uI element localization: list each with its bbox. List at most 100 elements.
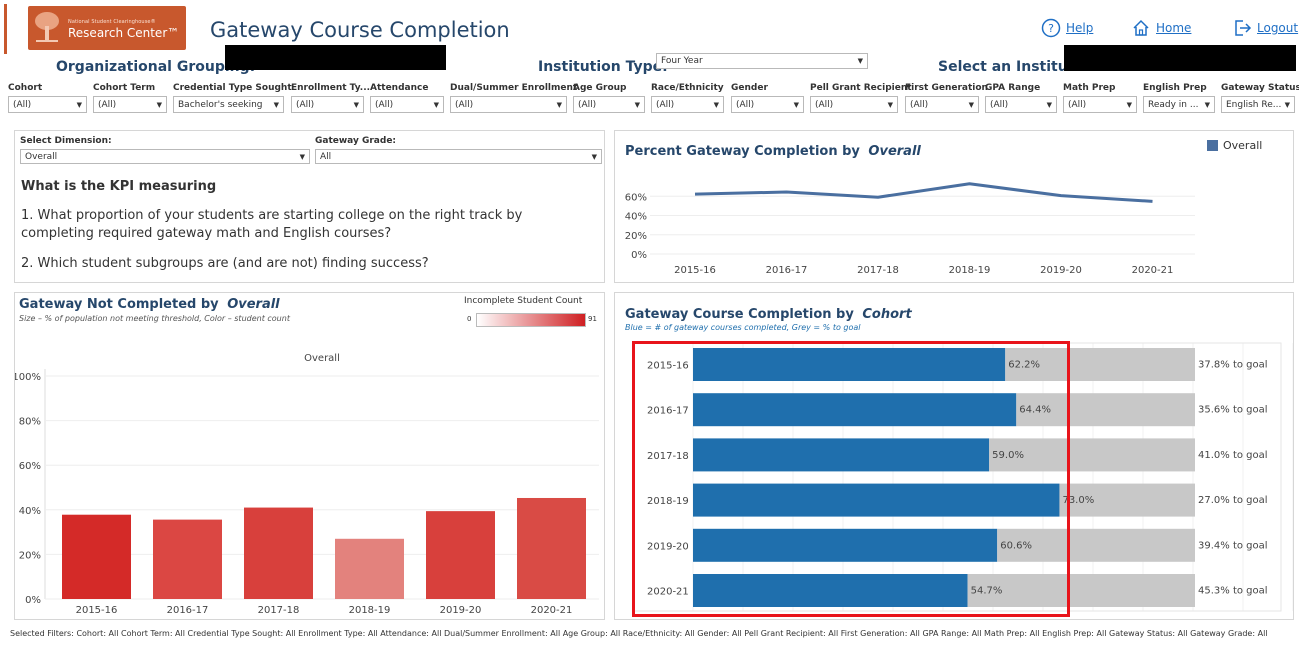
svg-text:?: ?: [1048, 22, 1054, 35]
bar-ytick-label: 80%: [19, 417, 41, 428]
bar-xtick-label: 2018-19: [349, 605, 391, 616]
filter-select-6[interactable]: (All) ▼: [573, 96, 645, 113]
bar-2016-17: [153, 519, 222, 599]
filter-value-11: (All): [990, 99, 1009, 110]
line-ytick-label: 20%: [625, 231, 647, 242]
chevron-down-icon: ▼: [1284, 100, 1290, 109]
hbar-to-goal-label: 27.0% to goal: [1198, 495, 1268, 506]
chevron-down-icon: ▼: [556, 100, 562, 109]
chevron-down-icon: ▼: [887, 100, 893, 109]
filter-select-12[interactable]: (All) ▼: [1063, 96, 1137, 113]
line-ytick-label: 60%: [625, 192, 647, 203]
hbar-to-goal-label: 45.3% to goal: [1198, 586, 1268, 597]
filter-value-10: (All): [910, 99, 929, 110]
filter-label-1: Cohort Term: [93, 83, 156, 93]
logout-link-label: Logout: [1257, 21, 1299, 35]
gateway-grade-label: Gateway Grade:: [315, 136, 397, 146]
filter-value-4: (All): [375, 99, 394, 110]
hbar-to-goal-label: 39.4% to goal: [1198, 540, 1268, 551]
filter-value-1: (All): [98, 99, 117, 110]
logout-link[interactable]: Logout: [1232, 18, 1298, 38]
filter-label-3: Enrollment Ty...: [291, 83, 371, 93]
hbar-to-goal-label: 41.0% to goal: [1198, 450, 1268, 461]
kpi-question-2: 2. Which student subgroups are (and are …: [21, 256, 429, 271]
home-link-label: Home: [1156, 21, 1192, 35]
filter-label-0: Cohort: [8, 83, 43, 93]
line-ytick-label: 40%: [625, 212, 647, 223]
filter-label-9: Pell Grant Recipient: [810, 83, 912, 93]
filter-value-5: (All): [455, 99, 474, 110]
filter-select-1[interactable]: (All) ▼: [93, 96, 167, 113]
filter-label-5: Dual/Summer Enrollment: [450, 83, 578, 93]
hbar-to-goal-label: 35.6% to goal: [1198, 405, 1268, 416]
chevron-down-icon: ▼: [1046, 100, 1052, 109]
bar-ytick-label: 20%: [19, 550, 41, 561]
filter-select-11[interactable]: (All) ▼: [985, 96, 1057, 113]
line-chart: 0% 20% 40% 60% 2015-16 2016-17 2017-18 2018-19 2…: [625, 182, 1195, 276]
filter-select-13[interactable]: Ready in ... ▼: [1143, 96, 1215, 113]
filter-value-3: (All): [296, 99, 315, 110]
filter-select-2[interactable]: Bachelor's seeking ▼: [173, 96, 284, 113]
filter-select-10[interactable]: (All) ▼: [905, 96, 979, 113]
bar-ytick-label: 60%: [19, 461, 41, 472]
chevron-down-icon: ▼: [1126, 100, 1132, 109]
select-dimension-select[interactable]: Overall ▼: [20, 149, 310, 164]
line-xtick-label: 2020-21: [1132, 265, 1174, 276]
bar-ytick-label: 0%: [25, 595, 41, 606]
home-link[interactable]: Home: [1131, 18, 1191, 38]
org-grouping-redacted[interactable]: [225, 45, 446, 70]
hbar-to-goal-label: 37.8% to goal: [1198, 360, 1268, 371]
chevron-down-icon: ▼: [857, 57, 863, 65]
chevron-down-icon: ▼: [1204, 100, 1210, 109]
filter-select-5[interactable]: (All) ▼: [450, 96, 567, 113]
kpi-panel: Select Dimension: Overall ▼ Gateway Grad…: [14, 130, 605, 283]
institution-type-select[interactable]: Four Year ▼: [656, 53, 868, 69]
help-link-label: Help: [1066, 21, 1094, 35]
line-chart-panel: Percent Gateway Completion by Overall Ov…: [614, 130, 1294, 283]
filter-select-3[interactable]: (All) ▼: [291, 96, 364, 113]
filter-select-0[interactable]: (All) ▼: [8, 96, 87, 113]
filter-label-6: Age Group: [573, 83, 627, 93]
filter-label-10: First Generation: [905, 83, 988, 93]
logo-line2: Research Center™: [68, 26, 180, 40]
tree-icon: [35, 12, 59, 42]
filter-label-7: Race/Ethnicity: [651, 83, 724, 93]
bar-xtick-label: 2016-17: [167, 605, 209, 616]
line-ytick-label: 0%: [631, 250, 647, 261]
chevron-down-icon: ▼: [299, 152, 305, 161]
filter-value-2: Bachelor's seeking: [178, 99, 263, 110]
institution-type-label: Institution Type:: [538, 59, 668, 75]
institution-redacted[interactable]: [1064, 45, 1296, 71]
filter-label-13: English Prep: [1143, 83, 1207, 93]
filter-select-14[interactable]: English Re... ▼: [1221, 96, 1295, 113]
chevron-down-icon: ▼: [353, 100, 359, 109]
gateway-grade-value: All: [320, 151, 332, 162]
help-link[interactable]: ? Help: [1041, 18, 1093, 38]
bar-2019-20: [426, 511, 495, 599]
filter-value-7: (All): [656, 99, 675, 110]
filter-label-11: GPA Range: [985, 83, 1041, 93]
chevron-down-icon: ▼: [713, 100, 719, 109]
chevron-down-icon: ▼: [433, 100, 439, 109]
filter-value-9: (All): [815, 99, 834, 110]
bar-xtick-label: 2017-18: [258, 605, 300, 616]
kpi-question-1: 1. What proportion of your students are …: [21, 208, 523, 241]
bar-xtick-label: 2019-20: [440, 605, 482, 616]
bar-2017-18: [244, 507, 313, 599]
research-center-logo[interactable]: National Student Clearinghouse® Research…: [28, 6, 186, 50]
line-xtick-label: 2017-18: [857, 265, 899, 276]
filter-select-9[interactable]: (All) ▼: [810, 96, 898, 113]
bar-ytick-label: 40%: [19, 506, 41, 517]
filter-select-8[interactable]: (All) ▼: [731, 96, 804, 113]
bar-ytick-label: 100%: [15, 372, 41, 383]
kpi-heading: What is the KPI measuring: [21, 179, 217, 194]
select-dimension-value: Overall: [25, 151, 58, 162]
filter-value-6: (All): [578, 99, 597, 110]
filter-select-4[interactable]: (All) ▼: [370, 96, 444, 113]
filter-value-12: (All): [1068, 99, 1087, 110]
filter-label-14: Gateway Status: [1221, 83, 1299, 93]
filter-select-7[interactable]: (All) ▼: [651, 96, 724, 113]
gateway-grade-select[interactable]: All ▼: [315, 149, 602, 164]
line-xtick-label: 2019-20: [1040, 265, 1082, 276]
bar-xtick-label: 2015-16: [76, 605, 118, 616]
